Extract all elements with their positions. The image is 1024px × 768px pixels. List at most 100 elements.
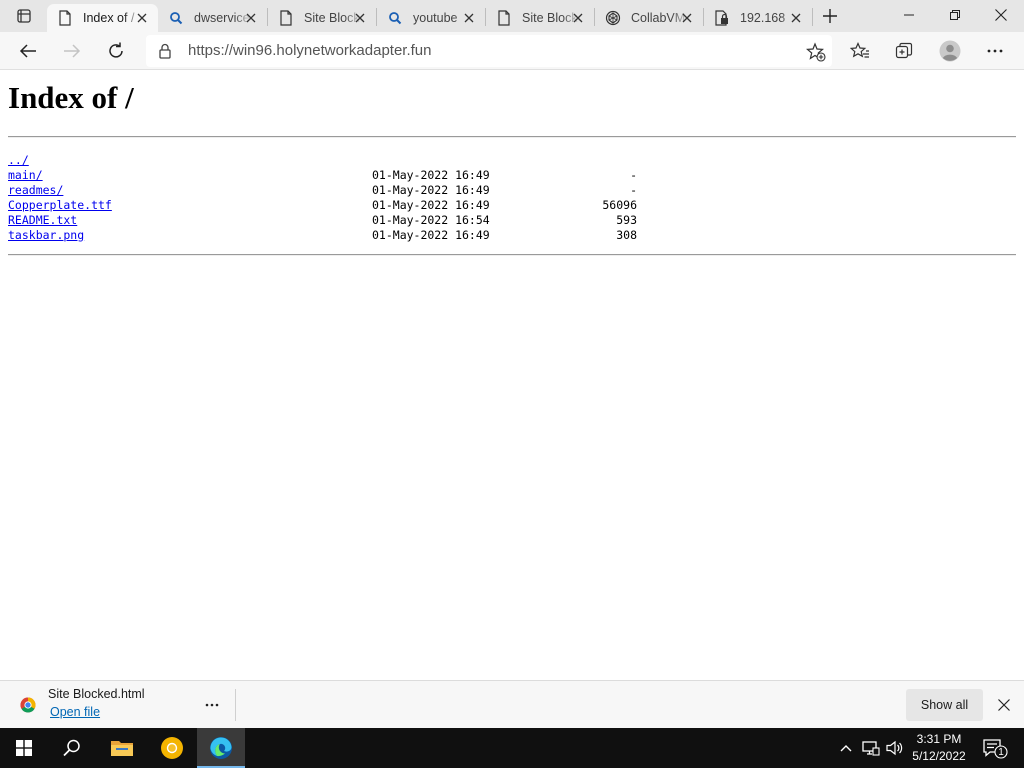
show-hidden-icons-button[interactable] [836, 728, 856, 768]
url-text[interactable]: https://win96.holynetworkadapter.fun [188, 42, 432, 59]
tab-192-168[interactable]: 192.168 [704, 4, 812, 32]
action-center-button[interactable]: 1 [980, 728, 1010, 768]
file-link[interactable]: Copperplate.ttf [8, 198, 112, 212]
page-icon [57, 10, 73, 26]
volume-icon [886, 740, 903, 756]
tab-collabvm[interactable]: CollabVM [595, 4, 703, 32]
tab-youtube[interactable]: youtube [377, 4, 485, 32]
tab-site-blocked[interactable]: Site Blocked [268, 4, 376, 32]
list-item: main/ 01-May-2022 16:49 - [8, 168, 648, 183]
windows-logo-icon [16, 740, 32, 756]
file-size: - [630, 168, 637, 182]
clock-time: 3:31 PM [916, 732, 962, 746]
more-horizontal-icon [205, 703, 219, 707]
chrome-file-icon [20, 697, 36, 713]
page-title: Index of / [8, 80, 134, 115]
forward-button[interactable] [56, 35, 88, 67]
close-icon[interactable] [134, 10, 150, 26]
favorites-icon [850, 42, 869, 58]
address-bar[interactable]: https://win96.holynetworkadapter.fun [146, 35, 832, 67]
search-icon [168, 10, 184, 26]
arrow-right-icon [64, 44, 81, 58]
parent-directory-link[interactable]: ../ [8, 153, 29, 167]
file-explorer-button[interactable] [98, 728, 146, 768]
tab-index-of[interactable]: Index of / [47, 4, 158, 32]
restore-icon [950, 10, 960, 20]
file-link[interactable]: taskbar.png [8, 228, 84, 242]
tab-strip: Index of / dwservice Site Blocked youtub… [0, 0, 1024, 32]
list-item: README.txt 01-May-2022 16:54 593 [8, 213, 648, 228]
file-date: 01-May-2022 16:49 [372, 198, 490, 212]
show-all-button[interactable]: Show all [906, 689, 983, 721]
page-icon [496, 10, 512, 26]
start-button[interactable] [0, 728, 48, 768]
file-link[interactable]: README.txt [8, 213, 77, 227]
close-icon[interactable] [243, 10, 259, 26]
arrow-left-icon [19, 44, 36, 58]
chrome-icon [161, 737, 183, 759]
file-listing: ../ main/ 01-May-2022 16:49 - readmes/ 0… [8, 153, 648, 243]
list-item: readmes/ 01-May-2022 16:49 - [8, 183, 648, 198]
close-window-button[interactable] [978, 0, 1024, 30]
minimize-icon [904, 14, 914, 16]
chrome-taskbar-button[interactable] [148, 728, 196, 768]
tab-title: Index of / [83, 11, 135, 25]
more-horizontal-icon [987, 49, 1003, 53]
close-download-bar-button[interactable] [994, 695, 1014, 715]
add-favorite-icon[interactable] [806, 42, 826, 62]
download-bar: Site Blocked.html Open file Show all [0, 680, 1024, 728]
open-file-link[interactable]: Open file [50, 705, 100, 719]
close-icon[interactable] [570, 10, 586, 26]
taskbar: 3:31 PM 5/12/2022 1 [0, 728, 1024, 768]
divider [8, 136, 1016, 138]
plus-icon [823, 9, 837, 23]
lock-icon[interactable] [158, 43, 174, 59]
close-icon[interactable] [461, 10, 477, 26]
settings-menu-button[interactable] [979, 35, 1011, 67]
close-icon [995, 9, 1007, 21]
new-tab-button[interactable] [816, 2, 844, 30]
file-date: 01-May-2022 16:54 [372, 213, 490, 227]
search-icon [387, 10, 403, 26]
file-link[interactable]: main/ [8, 168, 43, 182]
tab-actions-icon [17, 9, 31, 23]
download-options-button[interactable] [198, 693, 226, 717]
profile-button[interactable] [934, 35, 966, 67]
collabvm-icon [605, 10, 621, 26]
page-content: Index of / ../ main/ 01-May-2022 16:49 -… [0, 71, 1024, 680]
clock-date: 5/12/2022 [912, 749, 966, 763]
close-icon[interactable] [679, 10, 695, 26]
tab-actions-button[interactable] [4, 0, 44, 32]
list-item: ../ [8, 153, 648, 168]
refresh-button[interactable] [100, 35, 132, 67]
volume-button[interactable] [884, 728, 906, 768]
tab-dwservice[interactable]: dwservice [158, 4, 267, 32]
divider [235, 689, 236, 721]
avatar-icon [939, 40, 961, 62]
favorites-button[interactable] [844, 35, 876, 67]
file-size: 56096 [602, 198, 637, 212]
list-item: Copperplate.ttf 01-May-2022 16:49 56096 [8, 198, 648, 213]
file-size: 308 [616, 228, 637, 242]
back-button[interactable] [12, 35, 44, 67]
restore-button[interactable] [932, 0, 978, 30]
minimize-button[interactable] [886, 0, 932, 30]
refresh-icon [109, 42, 123, 58]
network-button[interactable] [860, 728, 882, 768]
chevron-up-icon [840, 745, 852, 752]
file-link[interactable]: readmes/ [8, 183, 63, 197]
collections-icon [895, 42, 913, 59]
edge-taskbar-button[interactable] [197, 728, 245, 768]
secure-page-icon [714, 10, 730, 26]
file-date: 01-May-2022 16:49 [372, 228, 490, 242]
file-date: 01-May-2022 16:49 [372, 183, 490, 197]
system-clock[interactable]: 3:31 PM 5/12/2022 [906, 731, 972, 765]
divider [8, 254, 1016, 256]
close-icon[interactable] [352, 10, 368, 26]
tab-site-blocked-2[interactable]: Site Blocked [486, 4, 594, 32]
browser-toolbar: https://win96.holynetworkadapter.fun [0, 32, 1024, 70]
download-filename[interactable]: Site Blocked.html [48, 687, 145, 701]
collections-button[interactable] [888, 35, 920, 67]
search-button[interactable] [48, 728, 96, 768]
close-icon[interactable] [788, 10, 804, 26]
